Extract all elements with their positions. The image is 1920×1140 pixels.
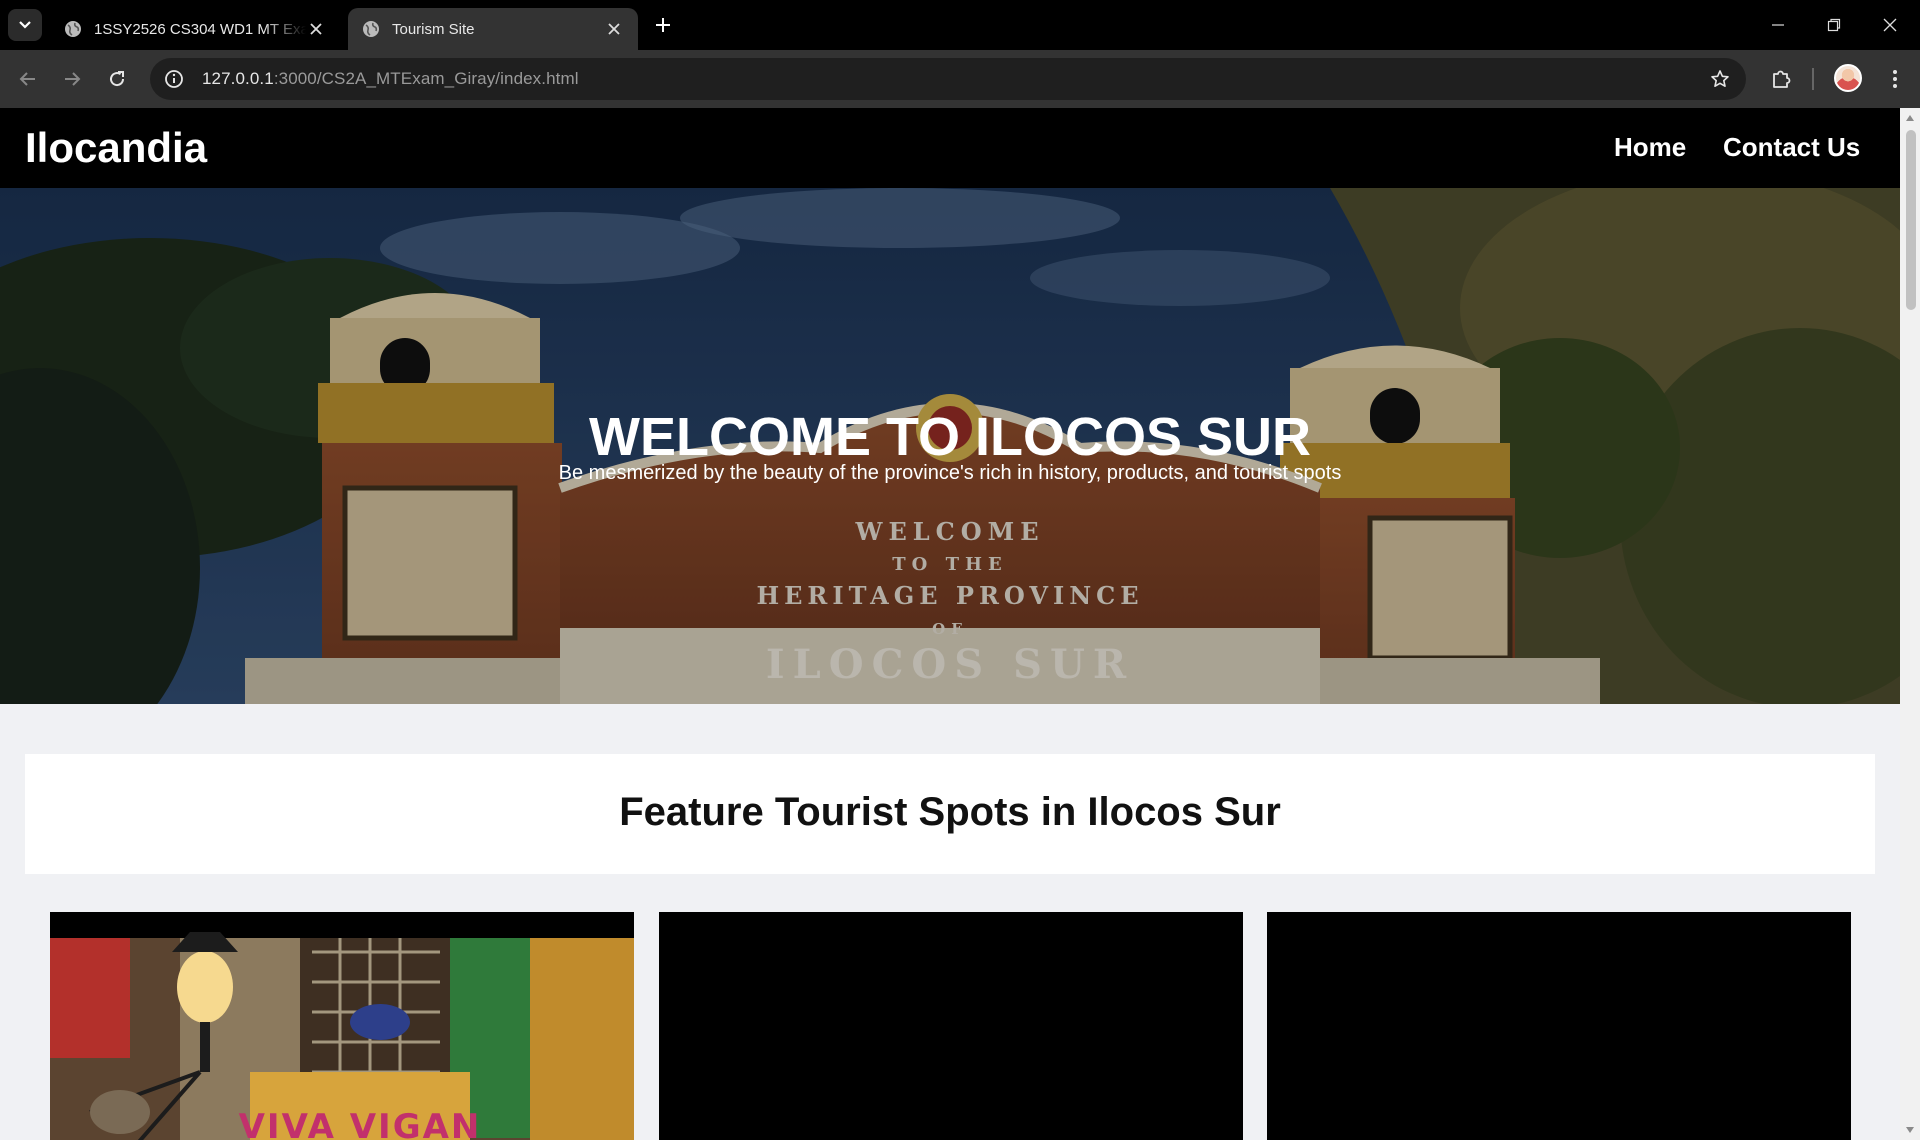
extensions-button[interactable] — [1766, 64, 1796, 94]
tab-search-button[interactable] — [8, 9, 42, 41]
hero-subtitle: Be mesmerized by the beauty of the provi… — [558, 462, 1342, 484]
browser-tab-exam[interactable]: 1SSY2526 CS304 WD1 MT Exam — [50, 8, 340, 50]
page-scrollbar[interactable] — [1900, 108, 1920, 1140]
kebab-menu-icon — [1893, 70, 1897, 88]
feature-section-header: Feature Tourist Spots in Ilocos Sur — [25, 754, 1875, 874]
scroll-down-arrow-icon[interactable] — [1904, 1124, 1916, 1136]
reload-button[interactable] — [102, 64, 132, 94]
profile-avatar[interactable] — [1834, 64, 1862, 92]
tab-title: 1SSY2526 CS304 WD1 MT Exam — [94, 20, 306, 38]
feature-section-title: Feature Tourist Spots in Ilocos Sur — [619, 790, 1281, 834]
tourist-spot-card[interactable] — [1267, 912, 1851, 1140]
back-button[interactable] — [13, 64, 43, 94]
minimize-button[interactable] — [1750, 0, 1806, 50]
puzzle-piece-icon — [1773, 70, 1791, 88]
bookmark-star-icon[interactable] — [1708, 67, 1732, 91]
nav-link-contact-us[interactable]: Contact Us — [1723, 132, 1860, 163]
toolbar-divider — [1812, 68, 1814, 90]
browser-toolbar: 127.0.0.1:3000/CS2A_MTExam_Giray/index.h… — [0, 50, 1920, 108]
url-host: 127.0.0.1 — [202, 69, 274, 88]
card-banner-text: VIVA VIGAN — [239, 1107, 482, 1140]
close-icon — [1883, 18, 1897, 32]
reload-icon — [110, 71, 125, 87]
nav-link-home[interactable]: Home — [1614, 132, 1686, 163]
arrow-left-icon — [19, 72, 35, 86]
address-bar[interactable]: 127.0.0.1:3000/CS2A_MTExam_Giray/index.h… — [150, 58, 1746, 100]
hero-title: WELCOME TO ILOCOS SUR — [588, 407, 1311, 467]
tourist-spot-card[interactable]: VIVA VIGAN — [50, 912, 634, 1140]
scroll-up-arrow-icon[interactable] — [1904, 112, 1916, 124]
minimize-icon — [1772, 24, 1784, 26]
browser-menu-button[interactable] — [1880, 64, 1910, 94]
tab-close-icon[interactable] — [604, 19, 624, 39]
forward-button[interactable] — [57, 64, 87, 94]
site-brand-logo[interactable]: Ilocandia — [25, 124, 207, 172]
chevron-down-icon — [19, 21, 31, 29]
globe-icon — [363, 21, 379, 37]
restore-button[interactable] — [1806, 0, 1862, 50]
browser-tab-tourism[interactable]: Tourism Site — [348, 8, 638, 50]
restore-icon — [1827, 18, 1841, 32]
tourist-spot-image: VIVA VIGAN — [50, 932, 634, 1140]
new-tab-button[interactable] — [650, 12, 676, 38]
browser-tab-strip: 1SSY2526 CS304 WD1 MT Exam Tourism Site — [0, 0, 1920, 50]
arrow-right-icon — [65, 72, 81, 86]
url-path: :3000/CS2A_MTExam_Giray/index.html — [273, 69, 579, 88]
plus-icon — [656, 18, 670, 32]
tourist-spot-card[interactable] — [659, 912, 1243, 1140]
url-text: 127.0.0.1:3000/CS2A_MTExam_Giray/index.h… — [202, 69, 579, 89]
close-window-button[interactable] — [1862, 0, 1918, 50]
scrollbar-thumb[interactable] — [1906, 130, 1916, 310]
site-info-icon[interactable] — [162, 67, 186, 91]
tab-title: Tourism Site — [392, 20, 475, 38]
hero-banner: WELCOME TO THE HERITAGE PROVINCE OF ILOC… — [0, 188, 1900, 704]
tab-close-icon[interactable] — [306, 19, 326, 39]
page-viewport: Ilocandia Home Contact Us WELCOME TO THE… — [0, 108, 1920, 1140]
site-navbar: Ilocandia Home Contact Us — [0, 108, 1900, 188]
globe-icon — [65, 21, 81, 37]
